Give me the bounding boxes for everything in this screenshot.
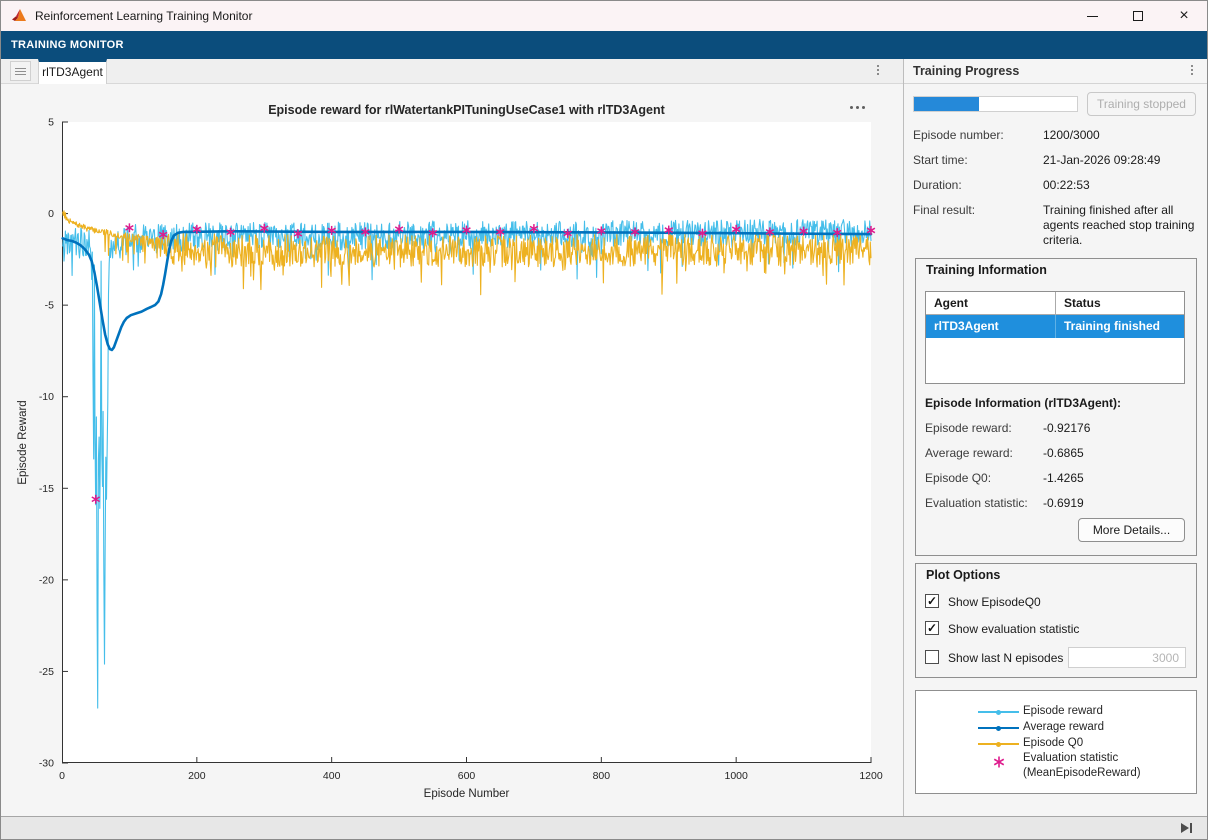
training-stopped-button[interactable]: Training stopped	[1087, 92, 1196, 116]
status-bar	[1, 816, 1207, 839]
evaluation-statistic-legend-label-2: (MeanEpisodeReward)	[1023, 767, 1141, 779]
y-tick-label: -30	[39, 758, 54, 770]
more-details-button[interactable]: More Details...	[1078, 518, 1185, 542]
training-information-title: Training Information	[926, 263, 1047, 277]
show-last-n-episodes-label[interactable]: Show last N episodes	[948, 651, 1063, 665]
training-progress-header: Training Progress	[904, 59, 1207, 84]
average-reward-value: -0.6865	[1043, 446, 1084, 460]
final-result-label: Final result:	[913, 203, 975, 217]
chart-title: Episode reward for rlWatertankPITuningUs…	[62, 103, 871, 117]
tab-rltd3agent[interactable]: rlTD3Agent	[38, 59, 107, 84]
x-tick-label: 800	[593, 770, 611, 782]
episode-information-title: Episode Information (rlTD3Agent):	[925, 396, 1121, 410]
y-tick-label: -25	[39, 666, 54, 678]
evaluation-statistic-value: -0.6919	[1043, 496, 1084, 510]
column-header-agent[interactable]: Agent	[926, 292, 1056, 314]
evaluation-statistic-asterisk-icon	[992, 755, 1006, 769]
legend-panel: Episode reward Average reward Episode Q0…	[915, 690, 1197, 794]
plot-background	[62, 122, 871, 763]
minimize-icon	[1087, 16, 1098, 17]
window-controls: ×	[1069, 1, 1207, 31]
evaluation-statistic-legend-label: Evaluation statistic	[1023, 752, 1118, 764]
duration-value: 00:22:53	[1043, 178, 1090, 192]
x-tick-label: 0	[59, 770, 65, 782]
tab-overflow-menu-icon[interactable]	[877, 65, 879, 75]
episode-reward-legend-swatch	[978, 711, 1019, 713]
show-last-n-episodes-checkbox[interactable]	[925, 650, 939, 664]
show-episodeq0-label[interactable]: Show EpisodeQ0	[948, 595, 1041, 609]
training-progress-title: Training Progress	[913, 64, 1019, 78]
table-header-row: Agent Status	[926, 292, 1184, 315]
close-button[interactable]: ×	[1161, 1, 1207, 31]
ribbon-tab-training-monitor[interactable]: TRAINING MONITOR	[11, 39, 124, 51]
y-tick-label: -5	[45, 300, 54, 312]
x-tick-label: 1200	[859, 770, 883, 782]
episode-reward-legend-label: Episode reward	[1023, 705, 1103, 717]
x-tick-label: 600	[458, 770, 476, 782]
skip-to-end-icon[interactable]	[1181, 822, 1193, 834]
status-cell: Training finished	[1056, 315, 1184, 338]
y-tick-label: 5	[48, 117, 54, 129]
window-title: Reinforcement Learning Training Monitor	[35, 9, 252, 23]
episode-q0-legend-label: Episode Q0	[1023, 737, 1083, 749]
average-reward-label: Average reward:	[925, 446, 1013, 460]
episode-number-label: Episode number:	[913, 128, 1004, 142]
document-list-icon[interactable]	[10, 61, 31, 81]
training-progress-fill	[914, 97, 979, 111]
last-n-episodes-input[interactable]	[1068, 647, 1186, 668]
column-header-status[interactable]: Status	[1056, 292, 1184, 314]
agent-status-table: Agent Status rlTD3Agent Training finishe…	[925, 291, 1185, 384]
matlab-logo-icon	[11, 8, 27, 24]
x-tick-label: 400	[323, 770, 341, 782]
x-axis-label: Episode Number	[424, 788, 510, 800]
evaluation-statistic-label: Evaluation statistic:	[925, 496, 1028, 510]
y-tick-label: -10	[39, 391, 54, 403]
start-time-label: Start time:	[913, 153, 968, 167]
x-tick-label: 1000	[724, 770, 748, 782]
training-plot: 02004006008001000120050-5-10-15-20-25-30…	[62, 122, 871, 763]
y-tick-label: -15	[39, 483, 54, 495]
maximize-button[interactable]	[1115, 1, 1161, 31]
y-axis-label: Episode Reward	[17, 400, 29, 484]
app-window: Reinforcement Learning Training Monitor …	[0, 0, 1208, 840]
show-episodeq0-checkbox[interactable]: ✓	[925, 594, 939, 608]
y-tick-label: -20	[39, 574, 54, 586]
duration-label: Duration:	[913, 178, 962, 192]
episode-q0-legend-swatch	[978, 743, 1019, 745]
final-result-value: Training finished after all agents reach…	[1043, 203, 1201, 248]
panel-menu-icon[interactable]	[1191, 65, 1193, 75]
episode-q0-label: Episode Q0:	[925, 471, 991, 485]
maximize-icon	[1133, 11, 1143, 21]
episode-reward-value: -0.92176	[1043, 421, 1090, 435]
show-evaluation-statistic-label[interactable]: Show evaluation statistic	[948, 622, 1079, 636]
minimize-button[interactable]	[1069, 1, 1115, 31]
title-bar: Reinforcement Learning Training Monitor …	[1, 1, 1207, 31]
agent-cell: rlTD3Agent	[926, 315, 1056, 338]
episode-q0-value: -1.4265	[1043, 471, 1084, 485]
table-row[interactable]: rlTD3Agent Training finished	[926, 315, 1184, 338]
y-tick-label: 0	[48, 208, 54, 220]
panel-divider	[903, 59, 904, 816]
x-tick-label: 200	[188, 770, 206, 782]
episode-number-value: 1200/3000	[1043, 128, 1100, 142]
ribbon-bar: TRAINING MONITOR	[1, 31, 1207, 59]
show-evaluation-statistic-checkbox[interactable]: ✓	[925, 621, 939, 635]
start-time-value: 21-Jan-2026 09:28:49	[1043, 153, 1160, 167]
average-reward-legend-swatch	[978, 727, 1019, 729]
table-empty-area	[926, 338, 1184, 383]
tab-strip: rlTD3Agent	[1, 59, 903, 84]
axes-options-menu-icon[interactable]	[850, 106, 865, 109]
average-reward-legend-label: Average reward	[1023, 721, 1104, 733]
training-progress-bar	[913, 96, 1078, 112]
episode-reward-label: Episode reward:	[925, 421, 1012, 435]
close-icon: ×	[1179, 8, 1188, 24]
plot-options-title: Plot Options	[926, 568, 1000, 582]
